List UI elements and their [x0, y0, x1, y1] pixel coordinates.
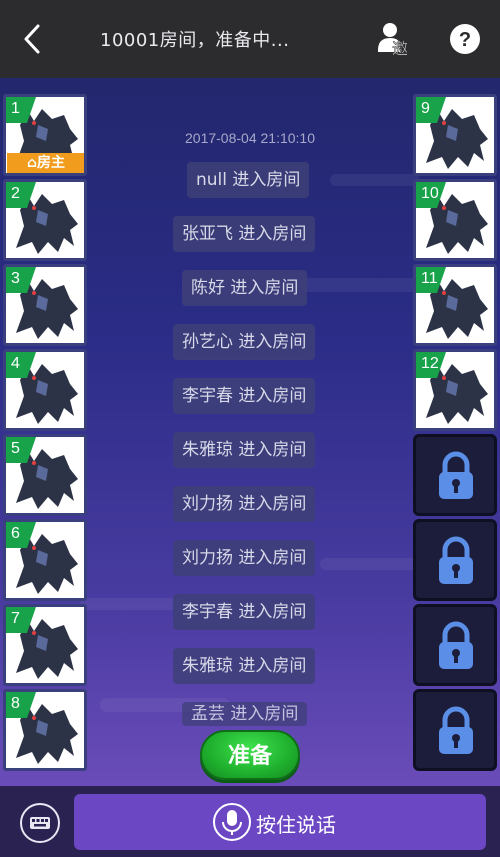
help-label: ?	[459, 29, 471, 51]
game-room-stage: 2017-08-04 21:10:10 null 进入房间 张亚飞 进入房间 陈…	[0, 78, 500, 786]
keyboard-toggle-button[interactable]	[20, 803, 60, 843]
microphone-icon	[213, 803, 251, 841]
ready-button[interactable]: 准备	[200, 730, 300, 780]
player-seat-5[interactable]: 5	[3, 434, 87, 516]
chat-message: null 进入房间	[187, 162, 310, 198]
lock-icon	[439, 536, 473, 584]
player-seat-4[interactable]: 4	[3, 349, 87, 431]
chat-message: 李宇春 进入房间	[173, 594, 316, 630]
chat-message: 刘力扬 进入房间	[173, 540, 316, 576]
player-seat-1[interactable]: 1 ⌂房主	[3, 94, 87, 176]
chat-message: 孟芸 进入房间	[182, 702, 308, 726]
cloud-decoration	[300, 278, 420, 292]
chat-message: 孙艺心 进入房间	[173, 324, 316, 360]
top-bar: 10001房间，准备中... 邀 ?	[0, 0, 500, 78]
player-seat-2[interactable]: 2	[3, 179, 87, 261]
player-seat-7[interactable]: 7	[3, 604, 87, 686]
locked-seat[interactable]	[413, 689, 497, 771]
back-chevron-icon[interactable]	[18, 22, 48, 56]
push-to-talk-label: 按住说话	[256, 813, 336, 837]
player-seat-12[interactable]: 12	[413, 349, 497, 431]
chat-message: 朱雅琼 进入房间	[173, 432, 316, 468]
cloud-decoration	[330, 174, 420, 186]
player-seat-6[interactable]: 6	[3, 519, 87, 601]
help-icon[interactable]: ?	[448, 22, 482, 56]
cloud-decoration	[320, 558, 420, 570]
lock-icon	[439, 621, 473, 669]
host-badge-label: 房主	[37, 155, 66, 171]
player-seat-3[interactable]: 3	[3, 264, 87, 346]
bottom-bar: 按住说话	[0, 786, 500, 857]
home-icon: ⌂	[26, 155, 38, 171]
player-seat-9[interactable]: 9	[413, 94, 497, 176]
keyboard-icon	[30, 817, 50, 829]
locked-seat[interactable]	[413, 434, 497, 516]
locked-seat[interactable]	[413, 519, 497, 601]
lock-icon	[439, 451, 473, 499]
player-seat-11[interactable]: 11	[413, 264, 497, 346]
player-seat-10[interactable]: 10	[413, 179, 497, 261]
room-title: 10001房间，准备中...	[100, 30, 290, 51]
chat-message: 刘力扬 进入房间	[173, 486, 316, 522]
push-to-talk-button[interactable]: 按住说话	[74, 794, 486, 850]
invite-label: 邀	[392, 39, 408, 58]
player-seat-8[interactable]: 8	[3, 689, 87, 771]
chat-message: 张亚飞 进入房间	[173, 216, 316, 252]
chat-message: 陈好 进入房间	[182, 270, 308, 306]
lock-icon	[439, 706, 473, 754]
locked-seat[interactable]	[413, 604, 497, 686]
chat-message: 朱雅琼 进入房间	[173, 648, 316, 684]
invite-user-icon[interactable]: 邀	[376, 20, 416, 60]
host-badge: ⌂房主	[7, 153, 84, 173]
chat-message: 李宇春 进入房间	[173, 378, 316, 414]
chat-timestamp: 2017-08-04 21:10:10	[185, 130, 315, 146]
